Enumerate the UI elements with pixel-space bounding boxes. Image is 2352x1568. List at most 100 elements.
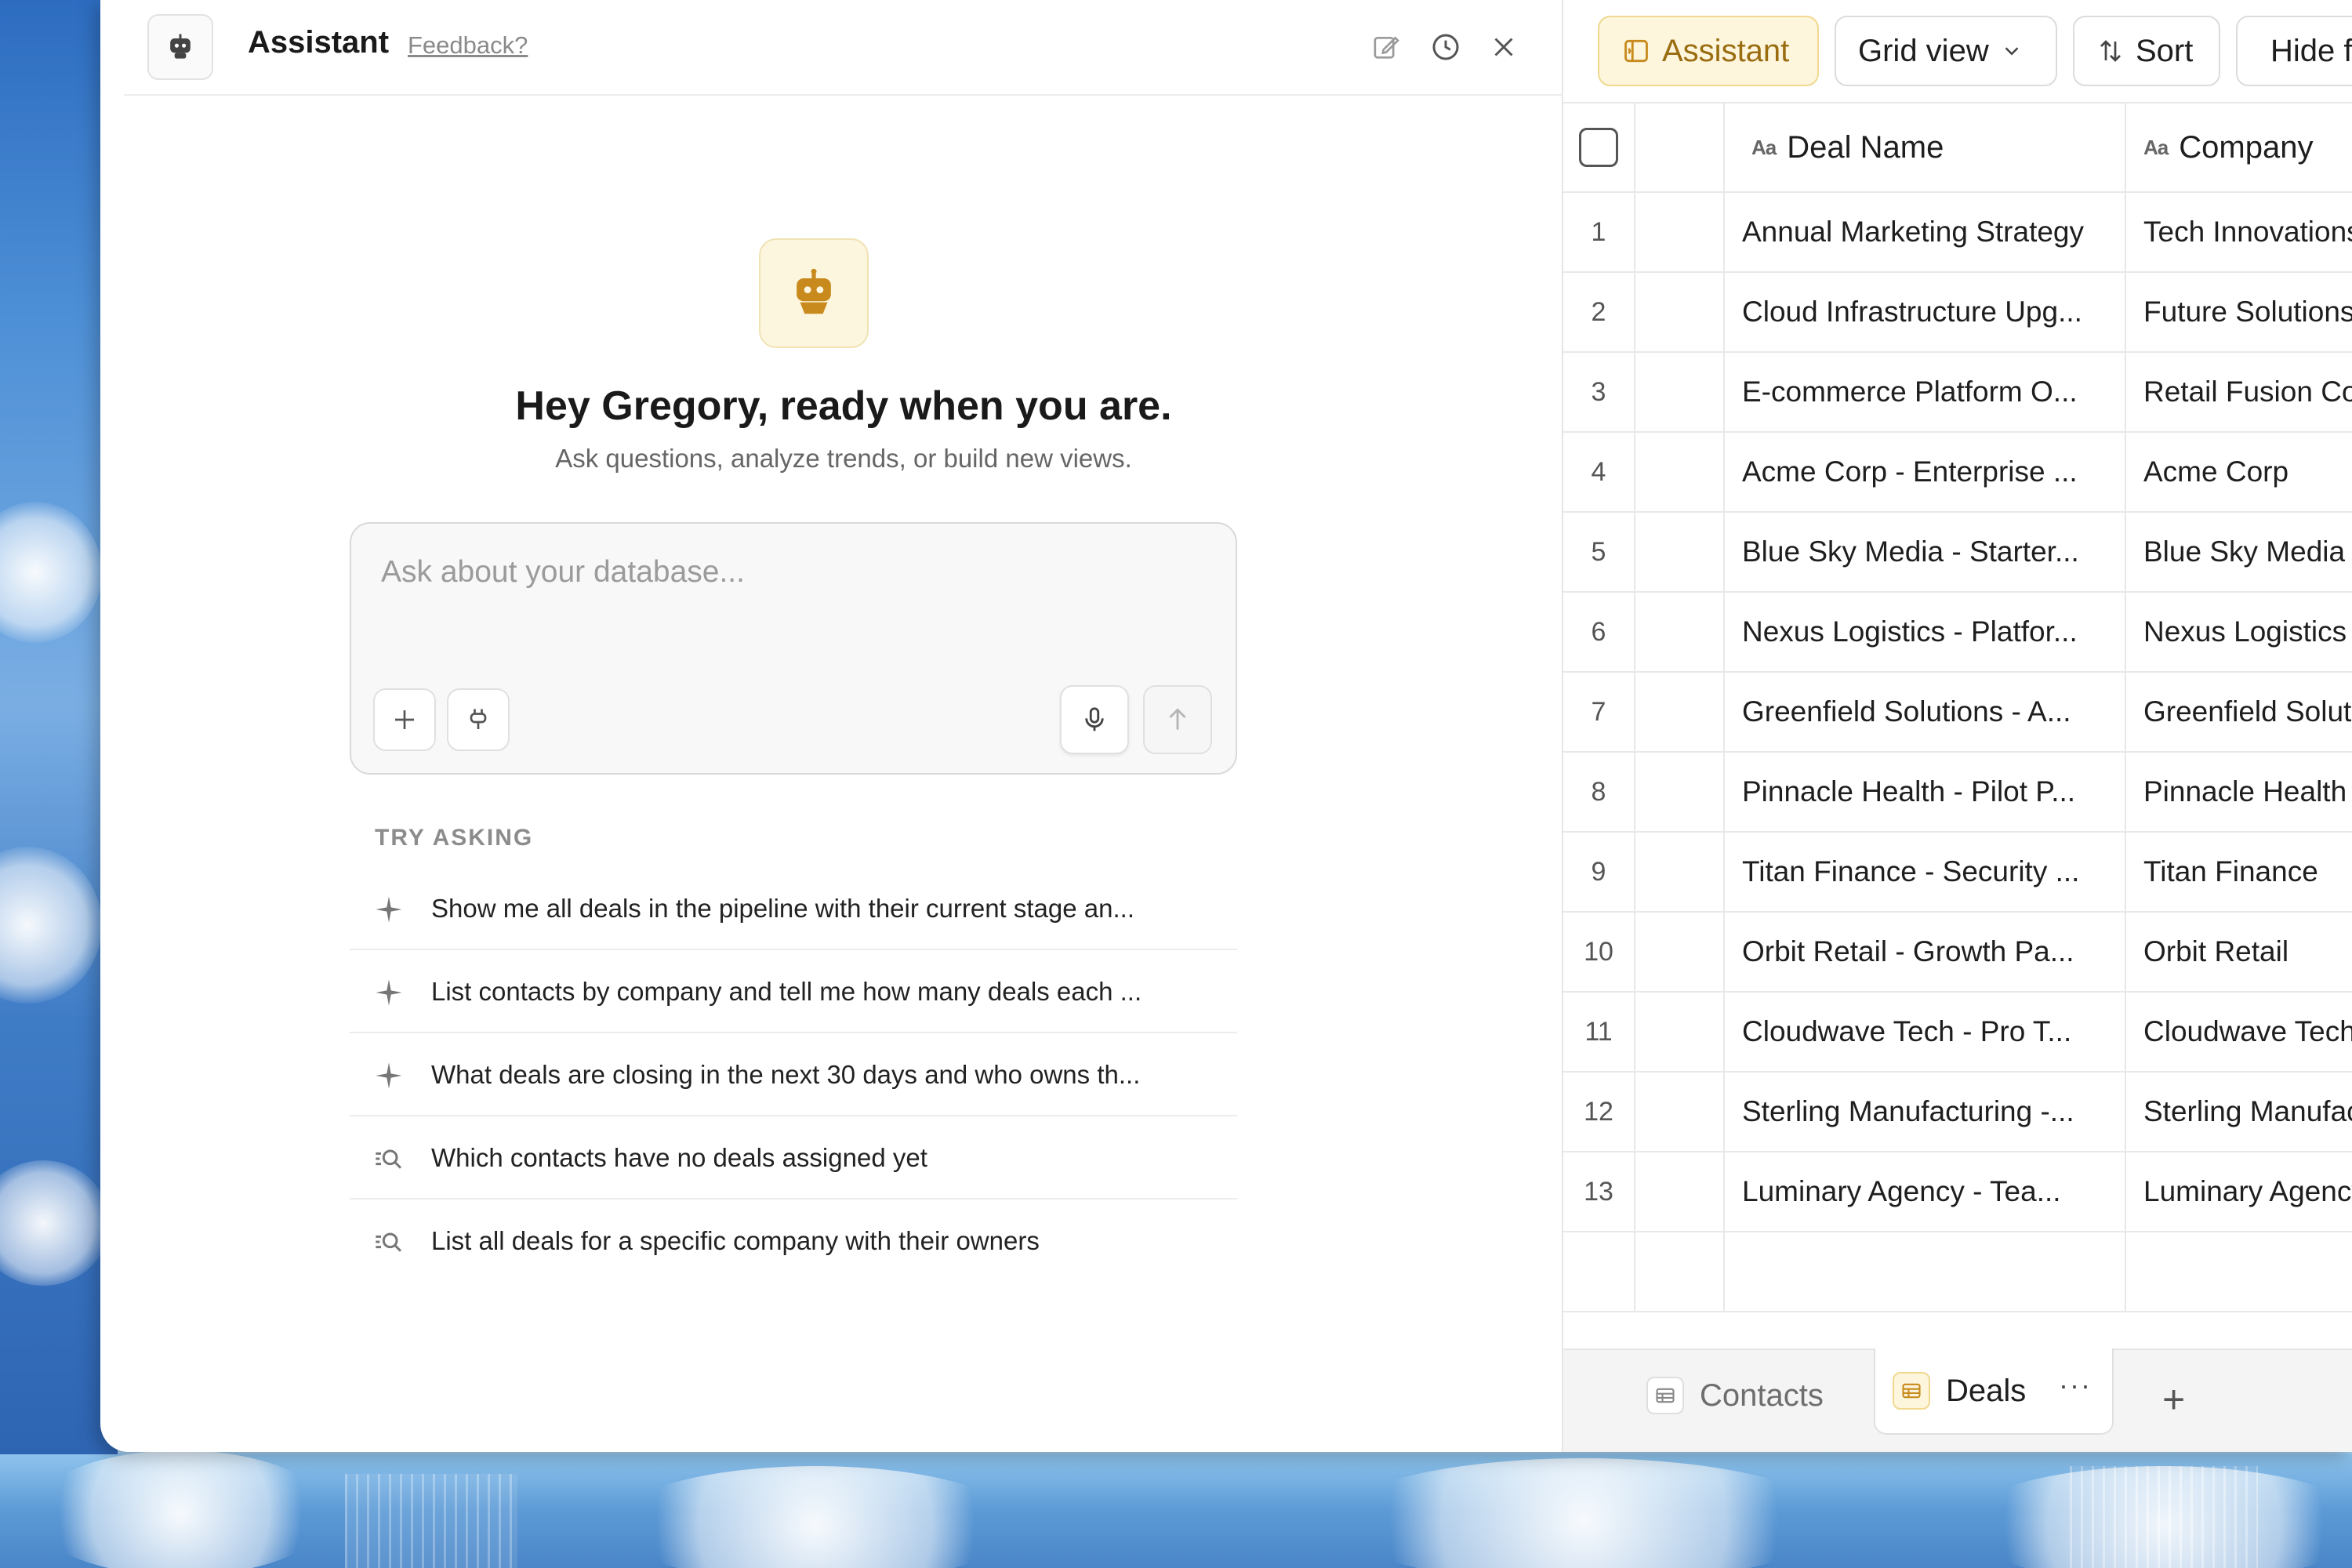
table-row[interactable]: 5 Blue Sky Media - Starter... Blue Sky M… [1563, 513, 2352, 593]
table-row[interactable]: 10 Orbit Retail - Growth Pa... Orbit Ret… [1563, 913, 2352, 993]
company-cell[interactable]: Pinnacle Health [2126, 753, 2352, 831]
suggestion-item[interactable]: Show me all deals in the pipeline with t… [350, 867, 1237, 950]
table-row[interactable]: 7 Greenfield Solutions - A... Greenfield… [1563, 673, 2352, 753]
empty-new-row[interactable] [1563, 1232, 2352, 1312]
company-cell[interactable]: Future Solutions Inc. [2126, 273, 2352, 351]
prompt-input[interactable] [381, 549, 1196, 596]
table-row[interactable]: 1 Annual Marketing Strategy Tech Innovat… [1563, 193, 2352, 273]
company-cell[interactable]: Titan Finance [2126, 833, 2352, 911]
suggestion-text: List all deals for a specific company wi… [431, 1226, 1040, 1255]
deal-name-cell[interactable]: Blue Sky Media - Starter... [1725, 513, 2126, 591]
tab-deals-active[interactable]: Deals ··· [1874, 1348, 2114, 1435]
company-cell[interactable]: Greenfield Solutions [2126, 673, 2352, 751]
company-cell[interactable]: Cloudwave Tech [2126, 993, 2352, 1071]
company-cell[interactable]: Acme Corp [2126, 433, 2352, 511]
sort-label: Sort [2136, 33, 2194, 68]
plus-icon [395, 710, 414, 729]
assistant-header: Assistant Feedback? [124, 0, 1563, 96]
table-row[interactable]: 9 Titan Finance - Security ... Titan Fin… [1563, 833, 2352, 913]
greeting-title: Hey Gregory, ready when you are. [515, 383, 1172, 429]
table-row[interactable]: 13 Luminary Agency - Tea... Luminary Age… [1563, 1152, 2352, 1232]
history-icon[interactable] [1427, 28, 1465, 66]
table-row[interactable]: 6 Nexus Logistics - Platfor... Nexus Log… [1563, 593, 2352, 673]
table-row[interactable]: 2 Cloud Infrastructure Upg... Future Sol… [1563, 273, 2352, 353]
deal-name-cell-empty[interactable] [1725, 1232, 2126, 1311]
table-row[interactable]: 4 Acme Corp - Enterprise ... Acme Corp [1563, 433, 2352, 513]
add-attachment-button[interactable] [373, 688, 436, 751]
row-blank-cell [1635, 433, 1725, 511]
select-all-checkbox[interactable] [1579, 128, 1618, 167]
company-cell[interactable]: Retail Fusion Corp. [2126, 353, 2352, 431]
tab-contacts[interactable]: Contacts [1646, 1377, 1824, 1414]
row-blank-cell [1635, 1152, 1725, 1231]
column-header-company[interactable]: Aa Company [2126, 103, 2352, 191]
deal-name-cell[interactable]: Annual Marketing Strategy [1725, 193, 2126, 271]
company-cell[interactable]: Sterling Manufacturing [2126, 1073, 2352, 1151]
column-header-deal-name[interactable]: Aa Deal Name [1725, 103, 2126, 191]
deal-name-cell[interactable]: Orbit Retail - Growth Pa... [1725, 913, 2126, 991]
suggestion-item[interactable]: List all deals for a specific company wi… [350, 1200, 1237, 1283]
company-cell[interactable]: Luminary Agency [2126, 1152, 2352, 1231]
table-row[interactable]: 12 Sterling Manufacturing -... Sterling … [1563, 1073, 2352, 1152]
feedback-link[interactable]: Feedback? [408, 31, 528, 60]
row-number: 6 [1563, 593, 1635, 671]
deal-name-cell[interactable]: Pinnacle Health - Pilot P... [1725, 753, 2126, 831]
deal-name-cell[interactable]: Acme Corp - Enterprise ... [1725, 433, 2126, 511]
deal-name-cell[interactable]: Luminary Agency - Tea... [1725, 1152, 2126, 1231]
row-blank-cell [1635, 833, 1725, 911]
company-cell[interactable]: Blue Sky Media [2126, 513, 2352, 591]
sparkle-icon [372, 1058, 406, 1093]
company-cell-empty[interactable] [2126, 1232, 2352, 1311]
search-list-icon [372, 1142, 406, 1176]
connect-source-button[interactable] [447, 688, 510, 751]
table-row[interactable]: 3 E-commerce Platform O... Retail Fusion… [1563, 353, 2352, 433]
table-icon [1646, 1377, 1684, 1414]
deal-name-cell[interactable]: Titan Finance - Security ... [1725, 833, 2126, 911]
row-number: 7 [1563, 673, 1635, 751]
suggestion-item[interactable]: What deals are closing in the next 30 da… [350, 1033, 1237, 1116]
table-row[interactable]: 11 Cloudwave Tech - Pro T... Cloudwave T… [1563, 993, 2352, 1073]
company-cell[interactable]: Nexus Logistics [2126, 593, 2352, 671]
robot-icon [147, 14, 213, 80]
column-header-label: Deal Name [1787, 129, 1944, 165]
deal-name-cell[interactable]: Nexus Logistics - Platfor... [1725, 593, 2126, 671]
row-blank-cell [1635, 193, 1725, 271]
close-icon[interactable] [1485, 28, 1523, 66]
greeting-subtitle: Ask questions, analyze trends, or build … [555, 444, 1132, 473]
row-blank-cell [1635, 273, 1725, 351]
hide-fields-button[interactable]: Hide fields [2236, 16, 2352, 86]
deal-name-cell[interactable]: Cloudwave Tech - Pro T... [1725, 993, 2126, 1071]
chevron-down-icon [2005, 47, 2019, 56]
edit-icon[interactable] [1367, 28, 1405, 66]
row-number: 13 [1563, 1152, 1635, 1231]
suggestion-item[interactable]: Which contacts have no deals assigned ye… [350, 1116, 1237, 1200]
suggestion-text: List contacts by company and tell me how… [431, 977, 1142, 1006]
view-switcher-button[interactable]: Grid view [1835, 16, 2057, 86]
prompt-composer [350, 522, 1237, 775]
tab-deals[interactable]: Deals [1893, 1372, 2026, 1410]
deal-name-cell[interactable]: E-commerce Platform O... [1725, 353, 2126, 431]
tab-more-icon[interactable]: ··· [2059, 1369, 2092, 1402]
tab-label: Contacts [1700, 1377, 1824, 1413]
table-icon [1893, 1372, 1930, 1410]
row-blank-cell [1635, 753, 1725, 831]
table-row[interactable]: 8 Pinnacle Health - Pilot P... Pinnacle … [1563, 753, 2352, 833]
deal-name-cell[interactable]: Sterling Manufacturing -... [1725, 1073, 2126, 1151]
add-table-button[interactable]: + [2162, 1377, 2185, 1422]
deal-name-cell[interactable]: Greenfield Solutions - A... [1725, 673, 2126, 751]
row-number: 3 [1563, 353, 1635, 431]
assistant-toggle-button[interactable]: Assistant [1598, 16, 1819, 86]
sparkle-icon [372, 892, 406, 927]
company-cell[interactable]: Tech Innovations LLC [2126, 193, 2352, 271]
voice-input-button[interactable] [1060, 685, 1129, 754]
deal-name-cell[interactable]: Cloud Infrastructure Upg... [1725, 273, 2126, 351]
sort-button[interactable]: Sort [2073, 16, 2220, 86]
sort-icon [2100, 40, 2121, 62]
suggestion-item[interactable]: List contacts by company and tell me how… [350, 950, 1237, 1033]
suggestion-text: Show me all deals in the pipeline with t… [431, 894, 1134, 923]
company-cell[interactable]: Orbit Retail [2126, 913, 2352, 991]
wallpaper-building [345, 1474, 517, 1568]
send-button[interactable] [1143, 685, 1212, 754]
select-all-cell [1563, 103, 1635, 191]
text-field-icon: Aa [1751, 135, 1777, 159]
